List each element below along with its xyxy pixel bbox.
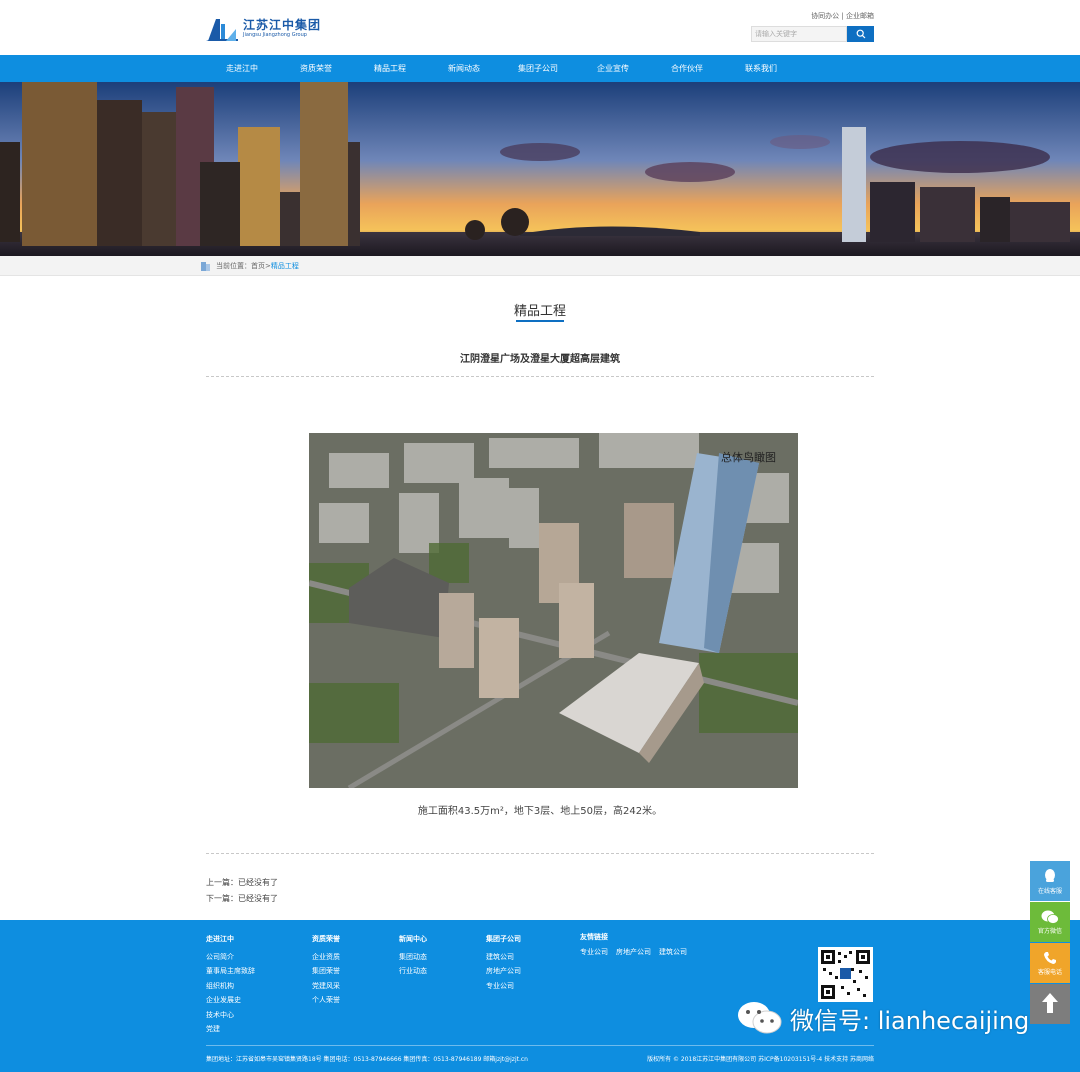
friend-links-head: 友情链接: [580, 933, 608, 941]
footer-column: 走进江中 公司简介 董事局主席致辞 组织机构 企业发展史 技术中心 党建: [206, 932, 255, 1037]
photo-caption: 总体鸟瞰图: [721, 451, 776, 464]
footer-link[interactable]: 企业资质: [312, 950, 340, 965]
footer-address: 集团地址：江苏省如皋市吴窑镇集贤路18号 集团电话：0513-87946666 …: [206, 1056, 528, 1063]
wechat-icon: [738, 1002, 782, 1034]
article-text: 施工面积43.5万m²，地下3层、地上50层，高242米。: [417, 806, 663, 817]
online-service-button[interactable]: 在线客服: [1030, 861, 1070, 901]
breadcrumb-home[interactable]: 首页: [251, 261, 265, 271]
next-article-link[interactable]: 下一篇：已经没有了: [206, 893, 278, 904]
nav-item-contact[interactable]: 联系我们: [745, 55, 777, 82]
footer-link[interactable]: 组织机构: [206, 979, 255, 994]
footer-link[interactable]: 党建: [206, 1022, 255, 1037]
nav-item-publicity[interactable]: 企业宣传: [597, 55, 629, 82]
watermark-text: 微信号: lianhecaijing: [790, 1006, 1030, 1035]
top-links: 协同办公 | 企业邮箱: [811, 11, 874, 21]
section-title: 精品工程: [513, 304, 566, 319]
friend-link[interactable]: 建筑公司: [659, 945, 687, 960]
friend-link[interactable]: 专业公司: [580, 945, 608, 960]
search-input[interactable]: 请输入关键字: [751, 26, 847, 42]
main-nav: 走进江中 资质荣誉 精品工程 新闻动态 集团子公司 企业宣传 合作伙伴 联系我们: [0, 55, 1080, 82]
breadcrumb: 当前位置： 首页 > 精品工程: [0, 256, 1080, 276]
arrow-up-icon: [1042, 993, 1058, 1013]
footer-copyright: 版权所有 © 2018江苏江中集团有限公司 苏ICP备10203151号-4 技…: [647, 1056, 874, 1063]
building-icon: [201, 262, 210, 271]
article-title: 江阴澄星广场及澄星大厦超高层建筑: [460, 354, 620, 365]
prev-article-link[interactable]: 上一篇：已经没有了: [206, 877, 278, 888]
breadcrumb-prefix: 当前位置：: [216, 261, 251, 270]
nav-item-about[interactable]: 走进江中: [226, 55, 258, 82]
footer-link[interactable]: 专业公司: [486, 979, 521, 994]
search-button[interactable]: [847, 26, 874, 42]
nav-item-projects[interactable]: 精品工程: [374, 55, 406, 82]
footer-link[interactable]: 建筑公司: [486, 950, 521, 965]
footer-link[interactable]: 董事局主席致辞: [206, 964, 255, 979]
section-title-underline: [516, 320, 564, 322]
logo-subtitle: Jiangsu Jiangzhong Group: [243, 31, 307, 38]
footer-link[interactable]: 集团荣誉: [312, 964, 340, 979]
footer-link[interactable]: 个人荣誉: [312, 993, 340, 1008]
logo-icon: [206, 18, 238, 41]
phone-icon: [1044, 951, 1056, 964]
header: 江苏江中集团 Jiangsu Jiangzhong Group 协同办公 | 企…: [0, 0, 1080, 55]
footer-column-head[interactable]: 集团子公司: [486, 932, 521, 947]
qr-code: [818, 947, 873, 1002]
footer-column: 资质荣誉 企业资质 集团荣誉 党建风采 个人荣誉: [312, 932, 340, 1008]
back-to-top-button[interactable]: [1030, 984, 1070, 1024]
footer-column-head[interactable]: 新闻中心: [399, 932, 427, 947]
logo[interactable]: 江苏江中集团 Jiangsu Jiangzhong Group: [206, 14, 326, 42]
footer-link[interactable]: 党建风采: [312, 979, 340, 994]
footer-column: 新闻中心 集团动态 行业动态: [399, 932, 427, 979]
search-box: 请输入关键字: [751, 26, 874, 42]
footer-link[interactable]: 房地产公司: [486, 964, 521, 979]
wechat-watermark: 微信号: lianhecaijing: [736, 1000, 1029, 1036]
footer-column-head[interactable]: 资质荣誉: [312, 932, 340, 947]
nav-item-news[interactable]: 新闻动态: [448, 55, 480, 82]
nav-item-subsidiaries[interactable]: 集团子公司: [518, 55, 558, 82]
search-icon: [856, 29, 865, 39]
divider: [206, 853, 874, 854]
wechat-label: 官方微信: [1037, 927, 1062, 935]
nav-item-honors[interactable]: 资质荣誉: [300, 55, 332, 82]
friend-links: 友情链接 专业公司 房地产公司 建筑公司: [580, 932, 687, 960]
mail-link[interactable]: 企业邮箱: [846, 12, 874, 20]
phone-label: 客服电话: [1037, 968, 1062, 976]
nav-item-partners[interactable]: 合作伙伴: [671, 55, 703, 82]
footer-column: 集团子公司 建筑公司 房地产公司 专业公司: [486, 932, 521, 993]
footer-link[interactable]: 集团动态: [399, 950, 427, 965]
footer-link[interactable]: 企业发展史: [206, 993, 255, 1008]
footer-link[interactable]: 公司简介: [206, 950, 255, 965]
wechat-icon: [1041, 910, 1059, 924]
footer-link[interactable]: 技术中心: [206, 1008, 255, 1023]
footer-column-head[interactable]: 走进江中: [206, 932, 255, 947]
online-service-label: 在线客服: [1037, 887, 1062, 895]
qq-icon: [1045, 868, 1055, 882]
office-link[interactable]: 协同办公: [811, 12, 839, 20]
project-photo: 总体鸟瞰图: [309, 433, 798, 788]
logo-title: 江苏江中集团: [243, 17, 322, 32]
banner-image: [0, 82, 1080, 256]
breadcrumb-current[interactable]: 精品工程: [271, 261, 299, 271]
footer-link[interactable]: 行业动态: [399, 964, 427, 979]
phone-button[interactable]: 客服电话: [1030, 943, 1070, 983]
footer: 走进江中 公司简介 董事局主席致辞 组织机构 企业发展史 技术中心 党建 资质荣…: [0, 920, 1080, 1072]
wechat-button[interactable]: 官方微信: [1030, 902, 1070, 942]
top-separator: |: [839, 12, 846, 20]
divider: [206, 376, 874, 377]
footer-divider: [206, 1045, 874, 1046]
friend-link[interactable]: 房地产公司: [616, 945, 651, 960]
page: 江苏江中集团 Jiangsu Jiangzhong Group 协同办公 | 企…: [0, 0, 1080, 1072]
